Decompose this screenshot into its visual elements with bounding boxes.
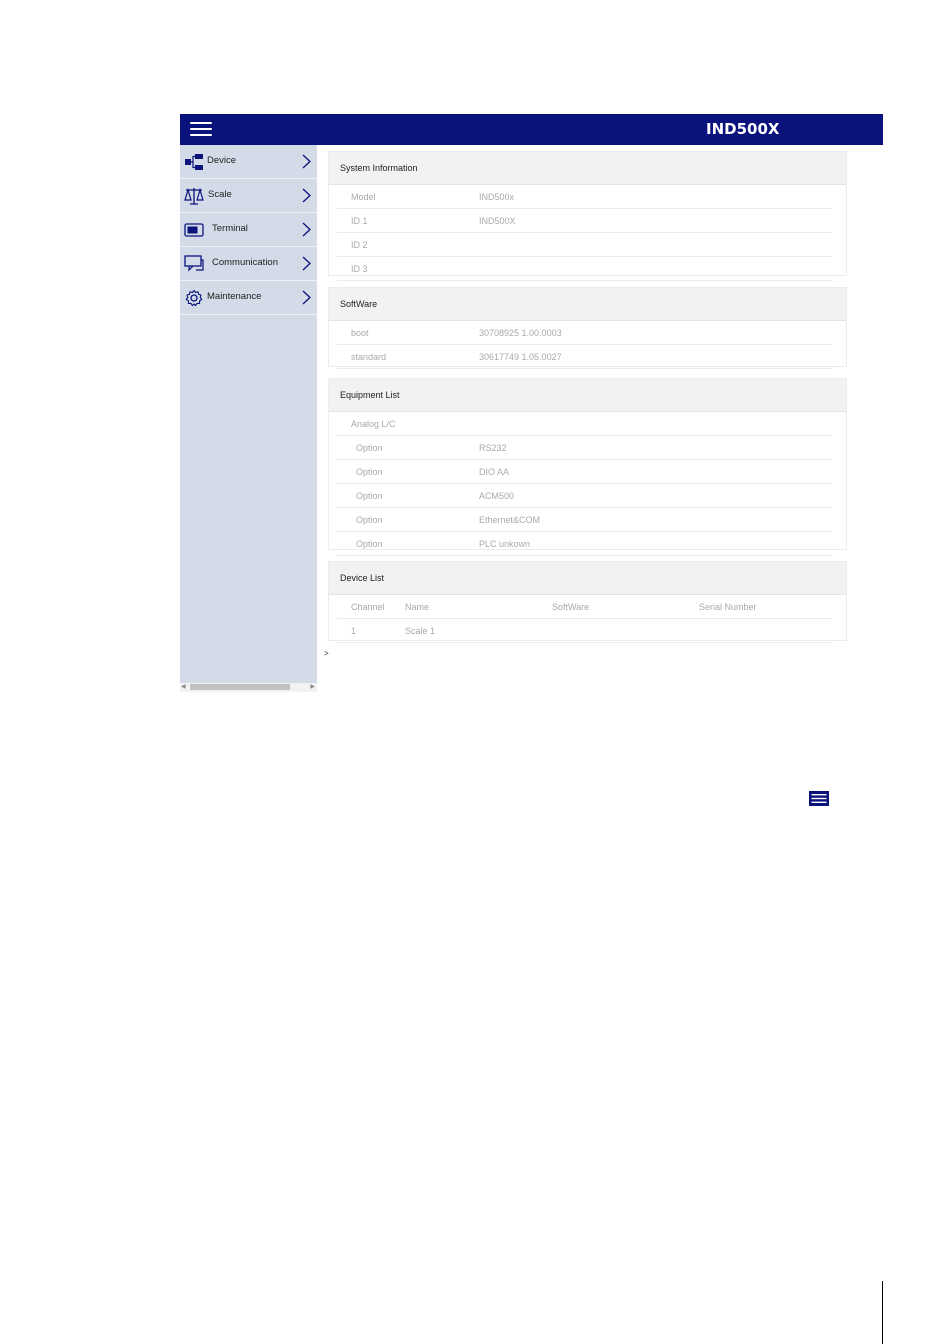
row-key: Option xyxy=(356,515,383,525)
scroll-right-arrow-icon[interactable]: ▶ xyxy=(310,683,315,692)
sidebar-item-maintenance[interactable]: Maintenance xyxy=(180,281,317,315)
sidebar-item-device[interactable]: Device xyxy=(180,145,317,179)
sidebar-item-label: Maintenance xyxy=(207,291,262,302)
balance-scale-icon xyxy=(184,187,204,205)
communication-icon xyxy=(184,255,204,272)
info-row: Analog L/C xyxy=(337,412,832,436)
sidebar-item-label: Scale xyxy=(208,189,232,200)
device-tree-icon xyxy=(185,154,203,170)
sidebar-item-scale[interactable]: Scale xyxy=(180,179,317,213)
sidebar-horizontal-scrollbar[interactable]: ◀ ▶ xyxy=(180,683,317,692)
chevron-right-icon xyxy=(302,188,311,203)
system-information-panel: System Information Model IND500x ID 1 IN… xyxy=(328,151,847,281)
info-row: ID 1 IND500X xyxy=(337,209,832,233)
app-window: IND500X Device Scale Terminal Communicat… xyxy=(180,114,883,692)
sidebar: Device Scale Terminal Communication Main… xyxy=(180,145,317,692)
row-key: Model xyxy=(351,192,376,202)
menu-list-icon xyxy=(809,791,829,806)
sidebar-item-communication[interactable]: Communication xyxy=(180,247,317,281)
software-panel: SoftWare boot 30708925 1.00.0003 standar… xyxy=(328,287,847,369)
table-row: 1 Scale 1 xyxy=(337,619,832,643)
row-key: ID 3 xyxy=(351,264,368,274)
row-key: Option xyxy=(356,491,383,501)
chevron-right-icon xyxy=(302,290,311,305)
info-row: Option RS232 xyxy=(337,436,832,460)
sidebar-item-label: Communication xyxy=(212,257,278,268)
info-row: ID 2 xyxy=(337,233,832,257)
table-cell: 1 xyxy=(351,626,357,636)
row-key: Option xyxy=(356,467,383,477)
sidebar-item-terminal[interactable]: Terminal xyxy=(180,213,317,247)
panel-title: Equipment List xyxy=(329,379,846,412)
row-key: Option xyxy=(356,443,383,453)
page-margin-rule xyxy=(882,1281,883,1344)
hamburger-menu-icon[interactable] xyxy=(190,122,212,138)
row-value: RS232 xyxy=(479,443,507,453)
row-key: ID 2 xyxy=(351,240,368,250)
row-value: IND500x xyxy=(479,192,515,202)
scroll-left-arrow-icon[interactable]: ◀ xyxy=(181,683,186,692)
row-value: Ethernet&COM xyxy=(479,515,541,525)
chevron-right-icon xyxy=(302,256,311,271)
table-header-row: Channel Name SoftWare Serial Number xyxy=(337,595,832,619)
column-header: Name xyxy=(405,602,430,612)
row-value: PLC unkown xyxy=(479,539,531,549)
info-row: boot 30708925 1.00.0003 xyxy=(337,321,832,345)
app-title: IND500X xyxy=(706,120,780,138)
row-value: ACM500 xyxy=(479,491,515,501)
breadcrumb-mark: > xyxy=(324,649,329,658)
info-row: standard 30617749 1.05.0027 xyxy=(337,345,832,369)
gear-icon xyxy=(185,289,203,307)
table-cell: Scale 1 xyxy=(405,626,436,636)
info-row: Option ACM500 xyxy=(337,484,832,508)
row-key: ID 1 xyxy=(351,216,368,226)
scrollbar-thumb[interactable] xyxy=(190,684,290,690)
info-row: ID 3 xyxy=(337,257,832,281)
terminal-display-icon xyxy=(184,223,204,237)
row-value: IND500X xyxy=(479,216,516,226)
row-key: boot xyxy=(351,328,369,338)
row-key: Option xyxy=(356,539,383,549)
panel-title: SoftWare xyxy=(329,288,846,321)
info-row: Option Ethernet&COM xyxy=(337,508,832,532)
chevron-right-icon xyxy=(302,154,311,169)
panel-title: Device List xyxy=(329,562,846,595)
equipment-list-panel: Equipment List Analog L/C Option RS232 O… xyxy=(328,378,847,556)
row-key: Analog L/C xyxy=(351,419,396,429)
row-key: standard xyxy=(351,352,387,362)
chevron-right-icon xyxy=(302,222,311,237)
info-row: Option PLC unkown xyxy=(337,532,832,556)
sidebar-item-label: Terminal xyxy=(212,223,248,234)
column-header: SoftWare xyxy=(552,602,590,612)
row-value: 30617749 1.05.0027 xyxy=(479,352,562,362)
top-bar: IND500X xyxy=(180,114,883,145)
sidebar-item-label: Device xyxy=(207,155,237,166)
info-row: Option DIO AA xyxy=(337,460,832,484)
info-row: Model IND500x xyxy=(337,185,832,209)
row-value: 30708925 1.00.0003 xyxy=(479,328,562,338)
column-header: Channel xyxy=(351,602,385,612)
device-list-panel: Device List Channel Name SoftWare Serial… xyxy=(328,561,847,643)
column-header: Serial Number xyxy=(699,602,757,612)
row-value: DIO AA xyxy=(479,467,510,477)
panel-title: System Information xyxy=(329,152,846,185)
